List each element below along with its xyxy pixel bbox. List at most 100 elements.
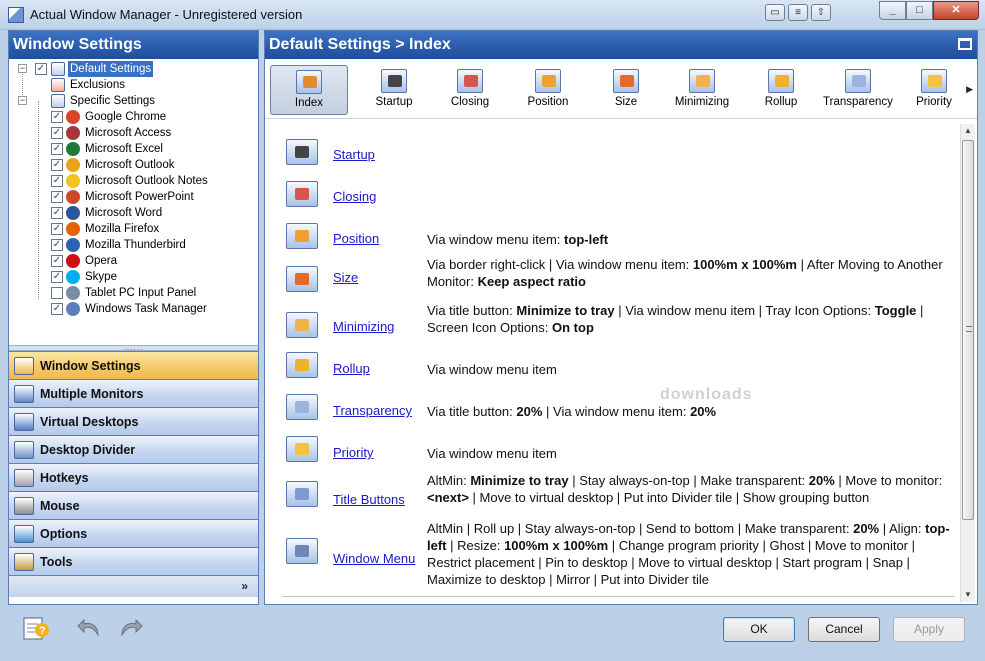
tree-item-microsoft-outlook[interactable]: ✓ Microsoft Outlook <box>9 157 258 173</box>
help-icon[interactable]: ? <box>22 615 50 641</box>
minimizing-icon <box>689 69 715 93</box>
nav-label: Window Settings <box>40 358 141 373</box>
exclusions-icon <box>51 78 65 92</box>
toolbar-transparency[interactable]: Transparency <box>816 65 900 115</box>
tree-item-microsoft-powerpoint[interactable]: ✓ Microsoft PowerPoint <box>9 189 258 205</box>
toolbar-priority[interactable]: Priority <box>895 65 973 115</box>
svg-text:?: ? <box>39 625 46 637</box>
priority-icon <box>286 436 318 462</box>
toolbar-label: Index <box>294 97 324 109</box>
link-title-buttons[interactable]: Title Buttons <box>333 492 405 507</box>
tree-item-exclusions[interactable]: Exclusions <box>9 77 258 93</box>
nav-more-button[interactable]: » <box>9 575 258 597</box>
transparency-icon <box>845 69 871 93</box>
tree-item-windows-task-manager[interactable]: ✓ Windows Task Manager <box>9 301 258 317</box>
link-transparency[interactable]: Transparency <box>333 403 412 418</box>
cancel-button[interactable]: Cancel <box>808 617 880 642</box>
checkbox[interactable]: ✓ <box>51 303 63 315</box>
minimize-button[interactable]: _ <box>879 1 906 20</box>
tree-item-google-chrome[interactable]: ✓ Google Chrome <box>9 109 258 125</box>
toolbar-label: Minimizing <box>674 96 730 108</box>
nav-desktop-divider[interactable]: Desktop Divider <box>9 435 258 463</box>
toolbar-index[interactable]: Index <box>270 65 348 115</box>
link-size[interactable]: Size <box>333 270 358 285</box>
redo-icon[interactable] <box>116 615 144 641</box>
vertical-scrollbar[interactable]: ▲ ▼ <box>960 124 975 602</box>
nav-window-settings[interactable]: Window Settings <box>9 351 258 379</box>
google-chrome-icon <box>66 110 80 124</box>
toolbar-closing[interactable]: Closing <box>431 65 509 115</box>
toolbar-position[interactable]: Position <box>509 65 587 115</box>
ok-button[interactable]: OK <box>723 617 795 642</box>
tree-item-microsoft-access[interactable]: ✓ Microsoft Access <box>9 125 258 141</box>
tree-item-specific-settings[interactable]: − Specific Settings <box>9 93 258 109</box>
link-priority[interactable]: Priority <box>333 445 373 460</box>
scroll-up-icon[interactable]: ▲ <box>961 124 975 138</box>
apply-button[interactable]: Apply <box>893 617 965 642</box>
tree-item-opera[interactable]: ✓ Opera <box>9 253 258 269</box>
collapse-icon[interactable]: − <box>18 96 27 105</box>
maximize-button[interactable]: □ <box>906 1 933 20</box>
link-window-menu[interactable]: Window Menu <box>333 551 415 566</box>
toolbar-startup[interactable]: Startup <box>355 65 433 115</box>
tree-item-default-settings[interactable]: − ✓ Default Settings <box>9 61 258 77</box>
title-pin-icon[interactable]: ⇧ <box>811 4 831 21</box>
description-minimizing: Via title button: Minimize to tray | Via… <box>427 303 924 335</box>
nav-tools[interactable]: Tools <box>9 547 258 575</box>
nav-virtual-desktops[interactable]: Virtual Desktops <box>9 407 258 435</box>
link-closing[interactable]: Closing <box>333 189 376 204</box>
tree-label: Windows Task Manager <box>85 303 207 315</box>
link-minimizing[interactable]: Minimizing <box>333 319 394 334</box>
transparency-icon <box>286 394 318 420</box>
nav-mouse[interactable]: Mouse <box>9 491 258 519</box>
tree-item-tablet-pc-input-panel[interactable]: Tablet PC Input Panel <box>9 285 258 301</box>
tree-item-mozilla-firefox[interactable]: ✓ Mozilla Firefox <box>9 221 258 237</box>
scroll-down-icon[interactable]: ▼ <box>961 588 975 602</box>
nav-options[interactable]: Options <box>9 519 258 547</box>
title-minimize-to-tray-icon[interactable]: ▭ <box>765 4 785 21</box>
tree-item-microsoft-word[interactable]: ✓ Microsoft Word <box>9 205 258 221</box>
size-icon <box>613 69 639 93</box>
checkbox[interactable]: ✓ <box>51 111 63 123</box>
right-panel: Default Settings > Index ▶ Index Startup C… <box>264 30 978 605</box>
checkbox[interactable]: ✓ <box>51 159 63 171</box>
checkbox[interactable]: ✓ <box>51 239 63 251</box>
app-icon <box>8 7 24 23</box>
toolbar-label: Closing <box>450 96 490 108</box>
tree-item-microsoft-outlook-notes[interactable]: ✓ Microsoft Outlook Notes <box>9 173 258 189</box>
tree-label: Default Settings <box>68 61 154 77</box>
toolbar-minimizing[interactable]: Minimizing <box>663 65 741 115</box>
checkbox[interactable] <box>51 287 63 299</box>
nav-hotkeys[interactable]: Hotkeys <box>9 463 258 491</box>
nav-multiple-monitors[interactable]: Multiple Monitors <box>9 379 258 407</box>
toolbar-rollup[interactable]: Rollup <box>742 65 820 115</box>
checkbox[interactable]: ✓ <box>51 143 63 155</box>
tree-item-mozilla-thunderbird[interactable]: ✓ Mozilla Thunderbird <box>9 237 258 253</box>
checkbox[interactable]: ✓ <box>51 207 63 219</box>
link-rollup[interactable]: Rollup <box>333 361 370 376</box>
toolbar-label: Position <box>527 96 569 108</box>
toolbar-size[interactable]: Size <box>587 65 665 115</box>
opera-icon <box>66 254 80 268</box>
link-startup[interactable]: Startup <box>333 147 375 162</box>
tree-item-microsoft-excel[interactable]: ✓ Microsoft Excel <box>9 141 258 157</box>
checkbox[interactable]: ✓ <box>51 255 63 267</box>
title-rollup-icon[interactable]: ≡ <box>788 4 808 21</box>
checkbox[interactable]: ✓ <box>51 127 63 139</box>
checkbox[interactable]: ✓ <box>51 223 63 235</box>
checkbox[interactable]: ✓ <box>51 271 63 283</box>
toolbar-label: Startup <box>375 96 413 108</box>
close-button[interactable]: ✕ <box>933 1 979 20</box>
undo-icon[interactable] <box>76 615 104 641</box>
collapse-icon[interactable]: − <box>18 64 27 73</box>
checkbox[interactable]: ✓ <box>35 63 47 75</box>
link-position[interactable]: Position <box>333 231 379 246</box>
checkbox[interactable]: ✓ <box>51 191 63 203</box>
minimizing-icon <box>286 312 318 338</box>
tree-item-skype[interactable]: ✓ Skype <box>9 269 258 285</box>
description-priority: Via window menu item <box>427 446 557 461</box>
restore-panel-icon[interactable] <box>958 38 972 50</box>
checkbox[interactable]: ✓ <box>51 175 63 187</box>
scroll-thumb[interactable] <box>962 140 974 520</box>
tree-label: Exclusions <box>70 79 125 91</box>
